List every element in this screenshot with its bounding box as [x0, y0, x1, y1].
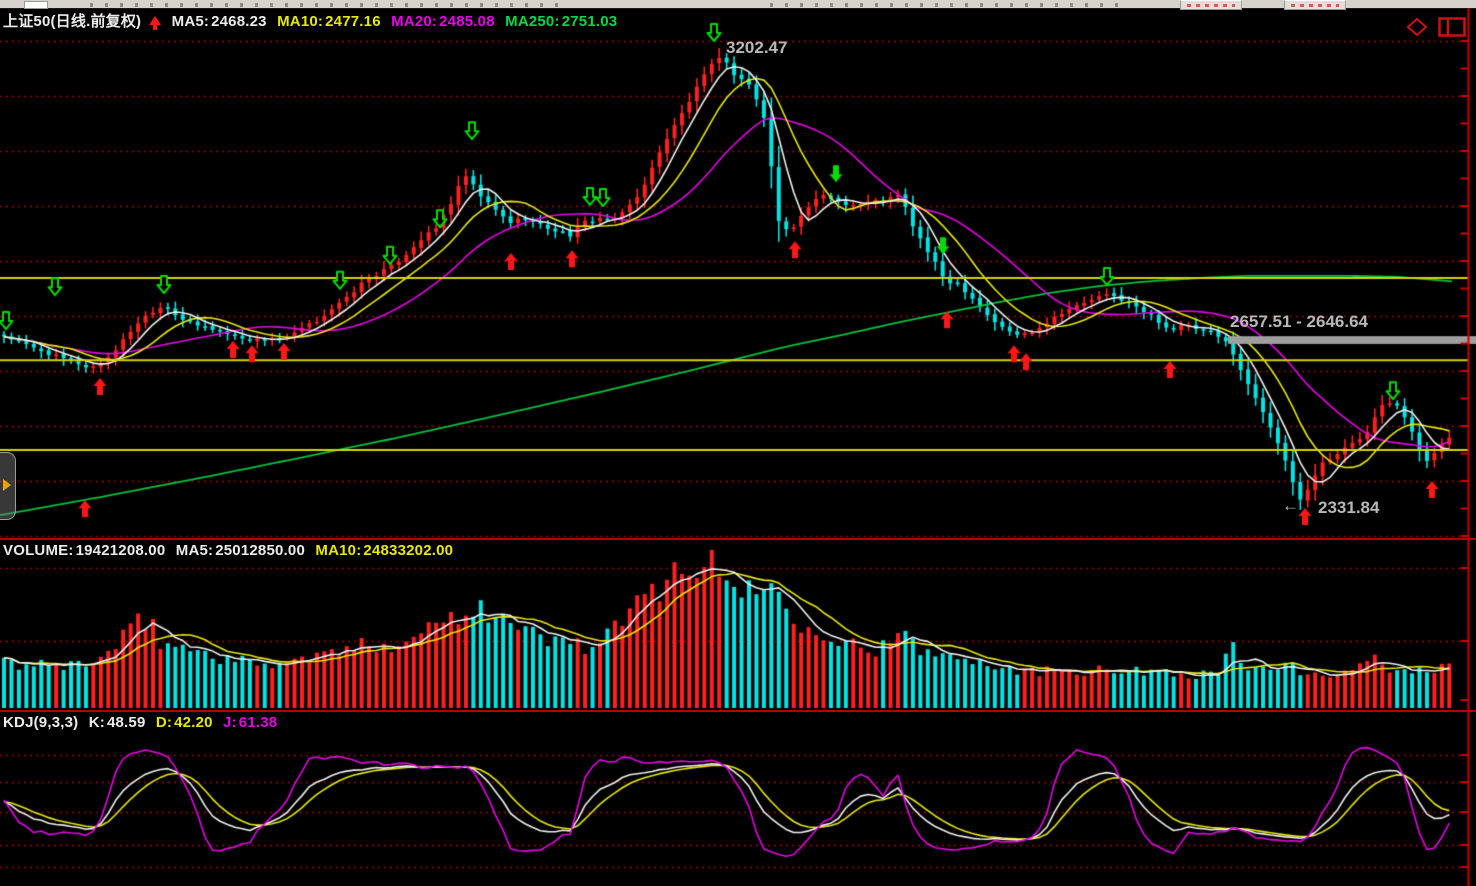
volume-header: VOLUME:19421208.00 MA5:25012850.00 MA10:… — [3, 542, 459, 559]
menubar-text-fragment — [770, 3, 1130, 7]
ma250-value: 2751.03 — [562, 13, 618, 30]
ma10-label: MA10: — [277, 13, 323, 30]
gap-zone-annotation: 2657.51 - 2646.64 — [1230, 312, 1368, 332]
up-arrow-icon — [149, 16, 161, 25]
volume-value: 19421208.00 — [76, 542, 166, 559]
vol-ma10-label: MA10: — [315, 542, 361, 559]
ma10-value: 2477.16 — [325, 13, 381, 30]
kdj-header: KDJ(9,3,3) K:48.59 D:42.20 J:61.38 — [3, 714, 283, 731]
ma20-value: 2485.08 — [439, 13, 495, 30]
volume-label: VOLUME: — [3, 542, 74, 559]
ma20-label: MA20: — [391, 13, 437, 30]
volume-panel: VOLUME:19421208.00 MA5:25012850.00 MA10:… — [0, 540, 1476, 710]
k-value: 48.59 — [107, 714, 146, 731]
main-chart-header: 上证50(日线.前复权) MA5:2468.23 MA10:2477.16 MA… — [3, 10, 623, 31]
trough-price-annotation: 2331.84 — [1318, 498, 1379, 518]
trading-terminal: 上证50(日线.前复权) MA5:2468.23 MA10:2477.16 MA… — [0, 0, 1476, 886]
split-window-icon[interactable] — [1438, 17, 1466, 37]
d-label: D: — [156, 714, 172, 731]
menubar-text-fragment — [90, 3, 560, 7]
chart-corner-controls — [1406, 17, 1466, 37]
expand-right-icon — [3, 479, 11, 491]
d-value: 42.20 — [174, 714, 213, 731]
peak-price-annotation: 3202.47 — [726, 38, 787, 58]
kdj-title: KDJ(9,3,3) — [3, 714, 78, 731]
vol-ma5-value: 25012850.00 — [215, 542, 305, 559]
k-label: K: — [89, 714, 105, 731]
main-chart-panel: 上证50(日线.前复权) MA5:2468.23 MA10:2477.16 MA… — [0, 8, 1476, 538]
ma5-label: MA5: — [172, 13, 209, 30]
candlestick-chart-canvas[interactable] — [0, 8, 1476, 538]
ma5-value: 2468.23 — [211, 13, 267, 30]
low-arrow-glyph: ← — [1282, 496, 1299, 516]
kdj-panel: KDJ(9,3,3) K:48.59 D:42.20 J:61.38 — [0, 712, 1476, 886]
j-value: 61.38 — [239, 714, 278, 731]
j-label: J: — [223, 714, 237, 731]
ma250-label: MA250: — [505, 13, 560, 30]
diamond-icon[interactable] — [1406, 17, 1428, 37]
kdj-chart-canvas[interactable] — [0, 712, 1476, 886]
vol-ma10-value: 24833202.00 — [363, 542, 453, 559]
symbol-title: 上证50(日线.前复权) — [3, 13, 141, 30]
volume-chart-canvas[interactable] — [0, 540, 1476, 710]
vol-ma5-label: MA5: — [176, 542, 213, 559]
left-panel-toggle[interactable] — [0, 452, 16, 520]
